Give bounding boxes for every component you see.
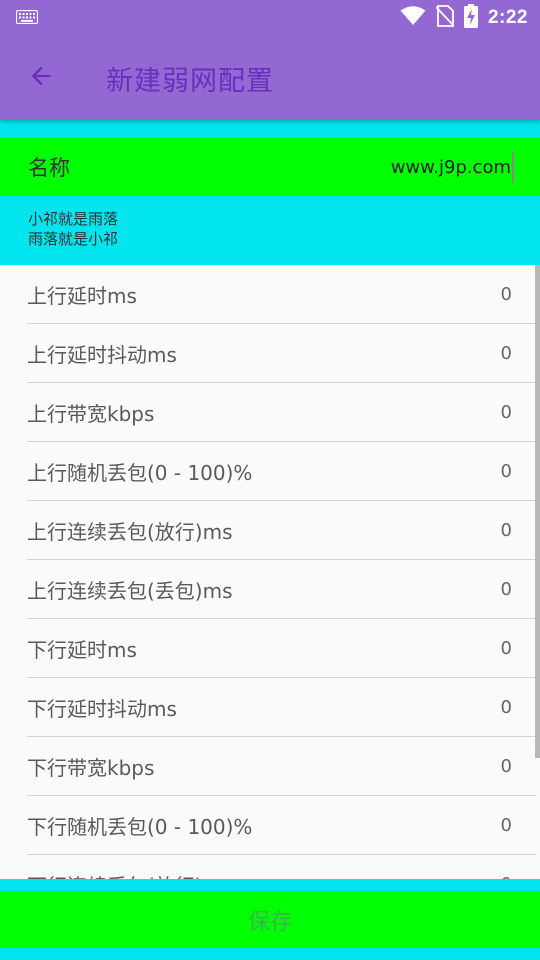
setting-value[interactable]: 0 (501, 815, 512, 836)
description-line-1: 小祁就是雨落 (28, 210, 119, 228)
app-bar: 新建弱网配置 (0, 36, 540, 120)
status-bar: 2:22 (0, 0, 540, 36)
save-button[interactable]: 保存 (0, 891, 540, 948)
setting-row-down-random-loss[interactable]: 下行随机丢包(0 - 100)% 0 (27, 796, 536, 855)
settings-list[interactable]: 上行延时ms 0 上行延时抖动ms 0 上行带宽kbps 0 上行随机丢包(0 … (0, 265, 540, 879)
name-input[interactable] (214, 152, 514, 182)
setting-label: 下行带宽kbps (27, 755, 155, 780)
save-bar: 保存 (0, 891, 540, 948)
setting-value[interactable]: 0 (501, 461, 512, 482)
setting-row-down-jitter[interactable]: 下行延时抖动ms 0 (27, 678, 536, 737)
name-label: 名称 (28, 156, 70, 180)
setting-value[interactable]: 0 (501, 402, 512, 423)
setting-value[interactable]: 0 (501, 520, 512, 541)
page-title: 新建弱网配置 (106, 65, 274, 97)
setting-label: 下行连续丢包(放行)ms (27, 870, 233, 880)
back-button[interactable] (0, 36, 86, 120)
setting-row-up-jitter[interactable]: 上行延时抖动ms 0 (27, 324, 536, 383)
wifi-icon (400, 6, 426, 30)
arrow-back-icon (27, 62, 55, 94)
setting-label: 下行随机丢包(0 - 100)% (27, 814, 253, 839)
setting-row-down-bandwidth[interactable]: 下行带宽kbps 0 (27, 737, 536, 796)
keyboard-icon (15, 9, 39, 28)
setting-value[interactable]: 0 (501, 756, 512, 777)
setting-value[interactable]: 0 (501, 874, 512, 880)
setting-value[interactable]: 0 (501, 697, 512, 718)
setting-row-up-delay[interactable]: 上行延时ms 0 (27, 265, 536, 324)
setting-label: 上行连续丢包(丢包)ms (27, 578, 233, 603)
setting-label: 下行延时抖动ms (27, 696, 177, 721)
battery-charging-icon (463, 4, 478, 32)
setting-row-down-delay[interactable]: 下行延时ms 0 (27, 619, 536, 678)
setting-label: 上行带宽kbps (27, 401, 155, 426)
setting-label: 下行延时ms (27, 637, 137, 662)
description-line-2: 雨落就是小祁 (28, 230, 119, 248)
setting-row-up-burst-pass[interactable]: 上行连续丢包(放行)ms 0 (27, 501, 536, 560)
name-row: 名称 (0, 138, 540, 196)
setting-label: 上行延时抖动ms (27, 342, 177, 367)
setting-label: 上行延时ms (27, 283, 137, 308)
setting-label: 上行连续丢包(放行)ms (27, 519, 233, 544)
status-icons: 2:22 (400, 4, 528, 32)
setting-label: 上行随机丢包(0 - 100)% (27, 460, 253, 485)
status-time: 2:22 (487, 7, 528, 28)
setting-value[interactable]: 0 (501, 284, 512, 305)
setting-row-up-burst-drop[interactable]: 上行连续丢包(丢包)ms 0 (27, 560, 536, 619)
setting-value[interactable]: 0 (501, 343, 512, 364)
setting-value[interactable]: 0 (501, 638, 512, 659)
setting-value[interactable]: 0 (501, 579, 512, 600)
setting-row-up-random-loss[interactable]: 上行随机丢包(0 - 100)% 0 (27, 442, 536, 501)
setting-row-up-bandwidth[interactable]: 上行带宽kbps 0 (27, 383, 536, 442)
list-scrollbar[interactable] (535, 265, 540, 758)
setting-row-down-burst-pass[interactable]: 下行连续丢包(放行)ms 0 (27, 855, 536, 880)
no-sim-icon (435, 5, 455, 31)
description: 小祁就是雨落 雨落就是小祁 (0, 196, 540, 265)
